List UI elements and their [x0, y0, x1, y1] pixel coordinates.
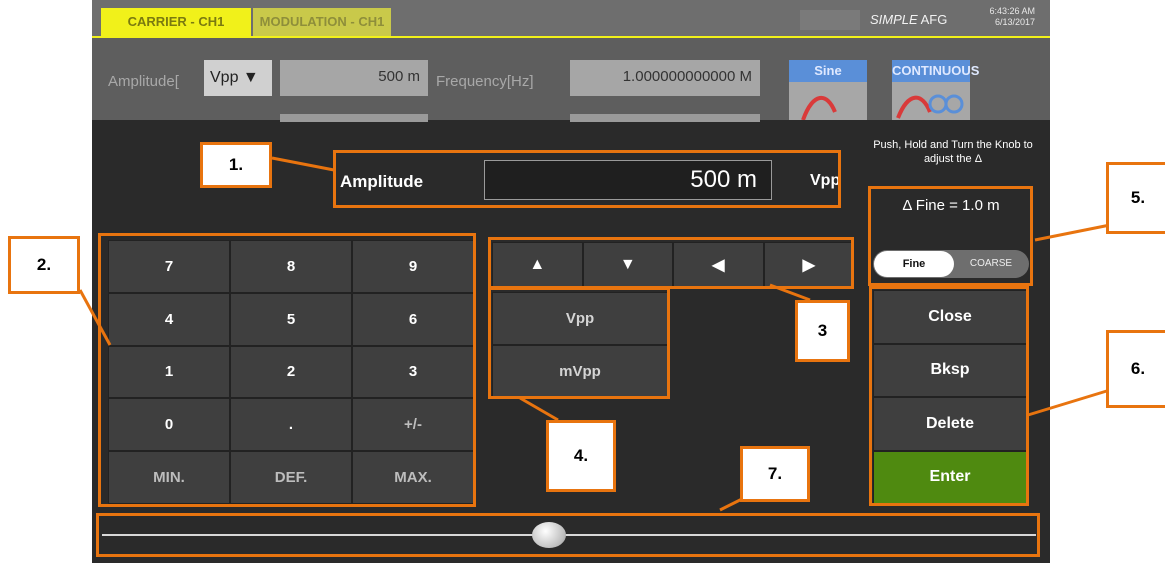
callout-6: 6.	[1106, 330, 1165, 408]
callout-2: 2.	[8, 236, 80, 294]
callout-4: 4.	[546, 420, 616, 492]
callout-1: 1.	[200, 142, 272, 188]
callout-3: 3	[795, 300, 850, 362]
callout-5: 5.	[1106, 162, 1165, 234]
callout-7: 7.	[740, 446, 810, 502]
